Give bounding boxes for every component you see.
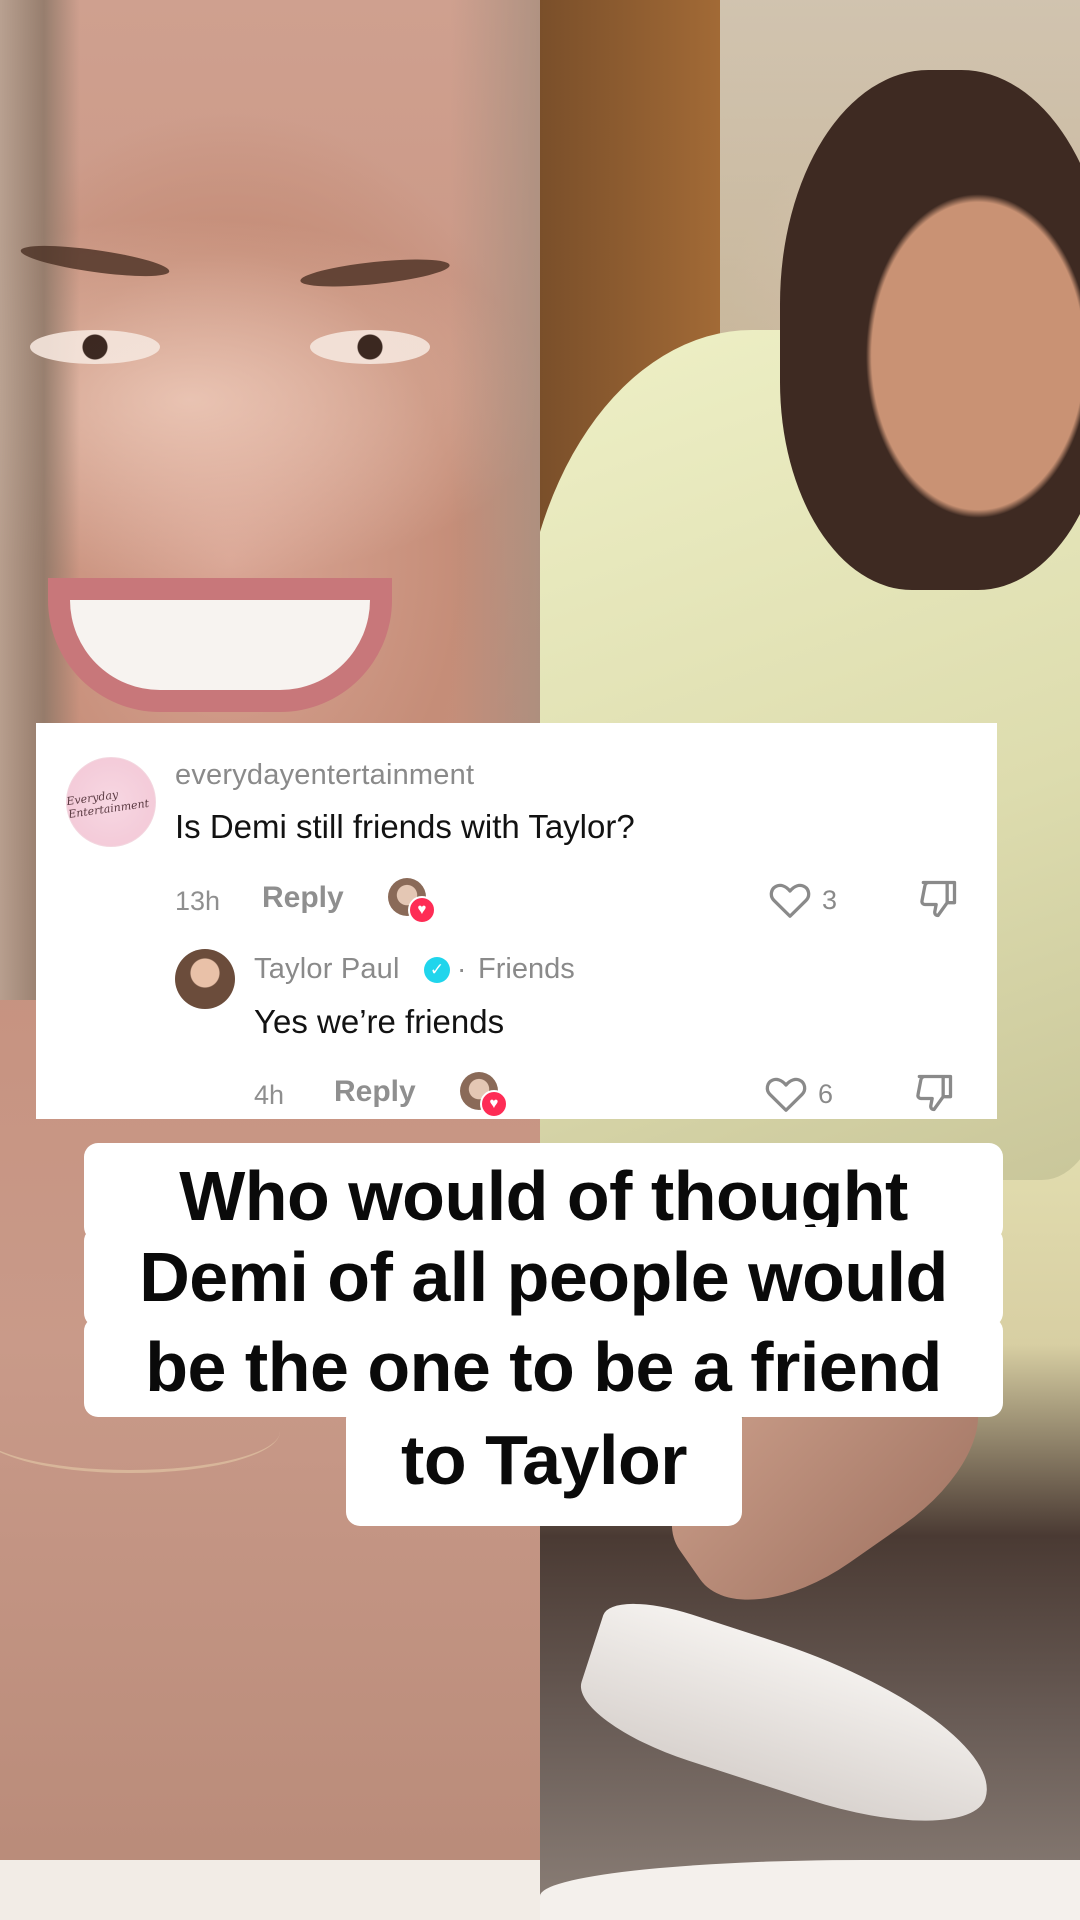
smile [70,600,370,690]
heart-outline-icon[interactable] [764,1073,808,1113]
heart-outline-icon[interactable] [768,879,812,919]
avatar-logo-text: Everyday Entertainment [66,788,150,821]
comment-text: Is Demi still friends with Taylor? [175,808,635,845]
thumbs-down-icon[interactable] [912,1071,956,1115]
caption-line: Demi of all people would [84,1227,1003,1327]
comment-like-count: 3 [822,885,838,915]
heart-badge-icon: ♥ [408,896,436,924]
comment-card: Everyday Entertainment everydayentertain… [36,723,997,1119]
comment-time: 13h [175,886,221,916]
reply-reply-button[interactable]: Reply [334,1075,416,1109]
reply-relation-label: Friends [478,953,575,985]
reply-username[interactable]: Taylor Paul [254,953,400,986]
commenter-avatar[interactable]: Everyday Entertainment [66,757,156,847]
caption-line: to Taylor [346,1405,742,1526]
verified-badge-icon: ✓ [424,957,450,983]
commenter-username[interactable]: everydayentertainment [175,759,474,792]
reply-text: Yes we’re friends [254,1003,505,1040]
comment-reply-button[interactable]: Reply [262,881,344,915]
reply-separator: · [457,953,467,984]
heart-badge-icon: ♥ [480,1090,508,1118]
shoe [568,1588,1012,1852]
reply-like-count: 6 [818,1079,834,1109]
caption-line: be the one to be a friend [84,1317,1003,1417]
thumbs-down-icon[interactable] [916,877,960,921]
reply-avatar[interactable] [175,949,235,1009]
reply-time: 4h [254,1080,285,1110]
